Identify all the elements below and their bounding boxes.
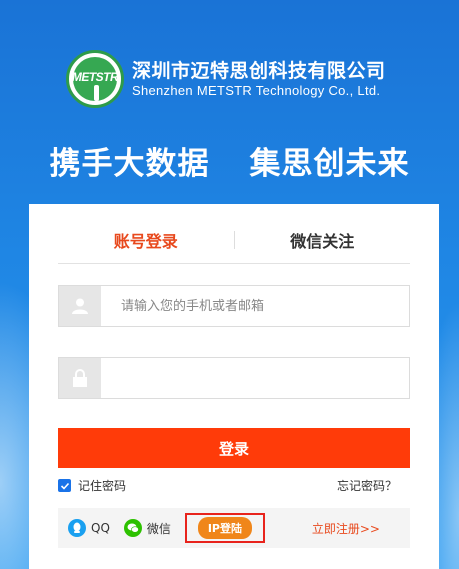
- user-icon: [59, 286, 101, 326]
- register-link[interactable]: 立即注册>>: [312, 520, 380, 537]
- login-tabs: 账号登录 微信关注: [58, 216, 410, 264]
- company-name-cn: 深圳市迈特思创科技有限公司: [132, 60, 386, 82]
- forgot-password-link[interactable]: 忘记密码？: [337, 477, 397, 494]
- logo-text: METSTR: [71, 70, 119, 84]
- company-logo: METSTR: [66, 50, 124, 108]
- qq-label: QQ: [91, 521, 110, 535]
- account-field: [58, 285, 410, 327]
- remember-password[interactable]: 记住密码: [58, 477, 126, 494]
- remember-label: 记住密码: [78, 479, 127, 493]
- tab-wechat-follow[interactable]: 微信关注: [235, 228, 411, 252]
- slogan: 携手大数据 集思创未来: [0, 138, 459, 183]
- account-input[interactable]: [101, 286, 409, 326]
- check-icon: [60, 482, 69, 490]
- slogan-right: 集思创未来: [249, 146, 410, 182]
- wechat-label: 微信: [146, 521, 171, 536]
- company-name-en: Shenzhen METSTR Technology Co., Ltd.: [132, 83, 381, 98]
- login-button[interactable]: 登录: [58, 428, 410, 468]
- login-card: 账号登录 微信关注 登录 记住密码 忘记密码？: [29, 204, 439, 569]
- wechat-icon: [123, 519, 142, 537]
- company-name: 深圳市迈特思创科技有限公司 Shenzhen METSTR Technology…: [132, 59, 386, 99]
- qq-login[interactable]: QQ: [68, 519, 110, 537]
- alt-login-bar: QQ 微信 IP登陆 立即注册>>: [58, 508, 410, 548]
- password-input[interactable]: [101, 358, 409, 398]
- password-field: [58, 357, 410, 399]
- remember-checkbox[interactable]: [58, 479, 71, 492]
- slogan-left: 携手大数据: [49, 146, 210, 182]
- company-header: METSTR 深圳市迈特思创科技有限公司 Shenzhen METSTR Tec…: [66, 46, 386, 112]
- qq-icon: [68, 519, 86, 537]
- ip-login-button[interactable]: IP登陆: [197, 517, 252, 539]
- wechat-login[interactable]: 微信: [123, 519, 171, 537]
- lock-icon: [59, 358, 101, 398]
- tab-account-login[interactable]: 账号登录: [58, 228, 234, 252]
- ip-login-highlight: IP登陆: [184, 513, 265, 543]
